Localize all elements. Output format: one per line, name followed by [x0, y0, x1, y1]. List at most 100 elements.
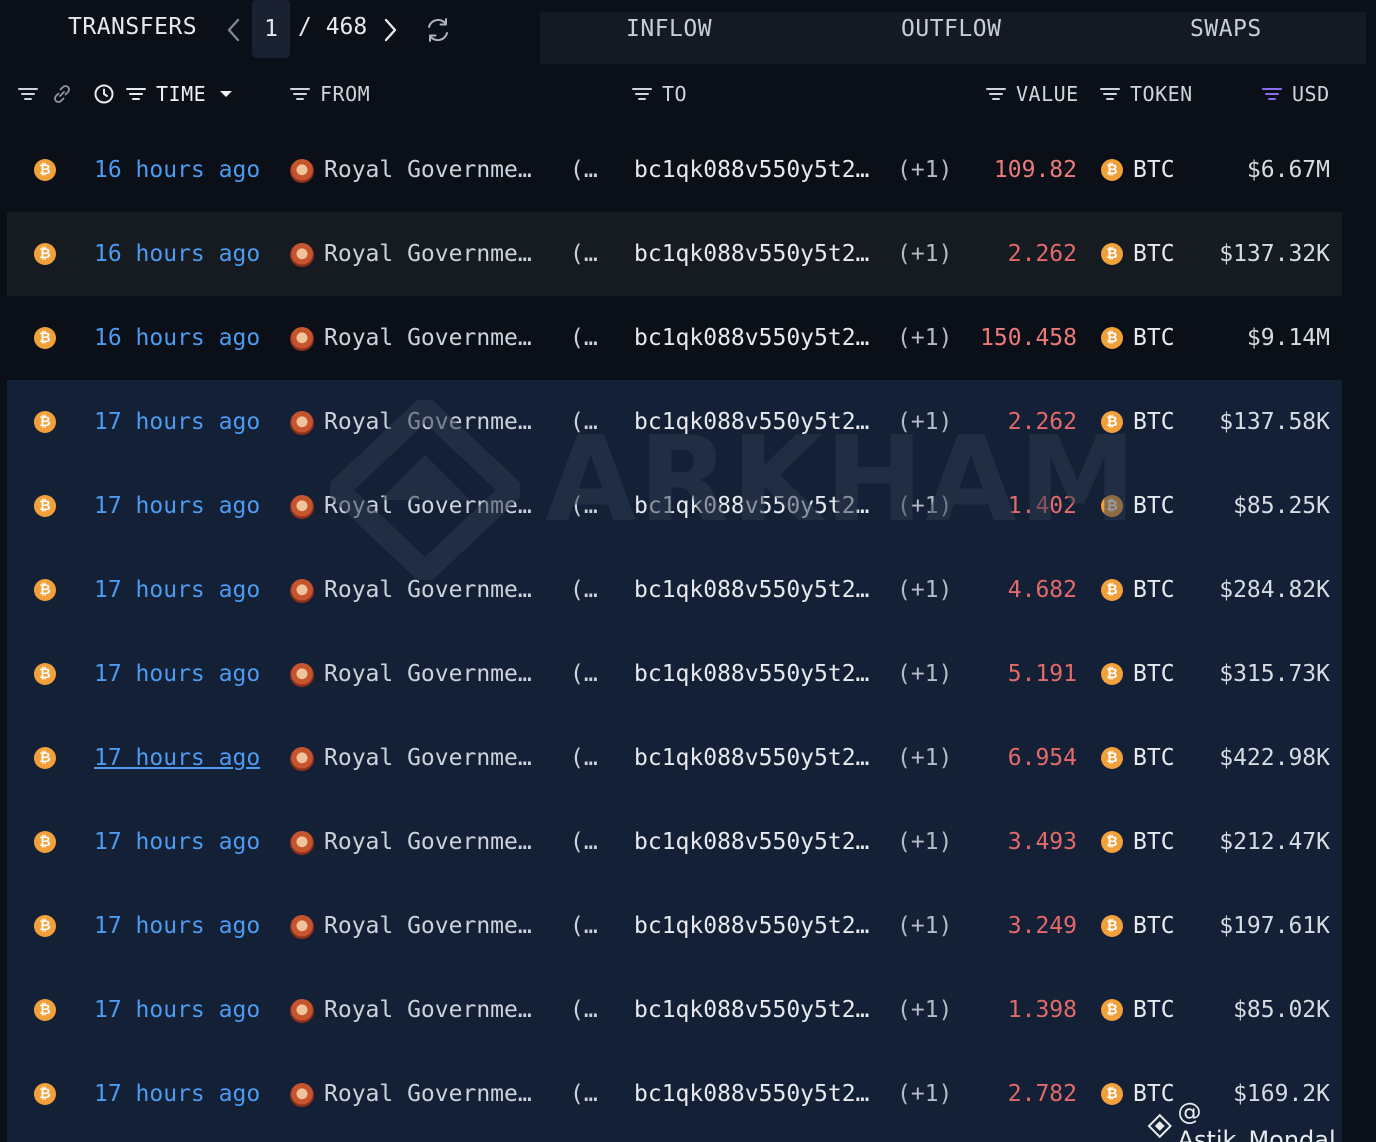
to-address[interactable]: bc1qk088v550y5t2… — [634, 968, 869, 1052]
table-row[interactable]: ₿ 17 hours ago Royal Governme… (… bc1qk0… — [7, 464, 1342, 548]
time-link[interactable]: 17 hours ago — [94, 968, 260, 1052]
time-link[interactable]: 17 hours ago — [94, 548, 260, 632]
table-row[interactable]: ₿ 17 hours ago Royal Governme… (… bc1qk0… — [7, 380, 1342, 464]
to-extra-count[interactable]: (+1) — [897, 800, 952, 884]
from-address[interactable]: Royal Governme… — [324, 464, 532, 548]
filter-icon[interactable] — [1098, 82, 1122, 106]
token-symbol[interactable]: BTC — [1133, 632, 1175, 716]
caret-down-icon[interactable] — [214, 82, 238, 106]
to-address[interactable]: bc1qk088v550y5t2… — [634, 884, 869, 968]
token-symbol[interactable]: BTC — [1133, 212, 1175, 296]
refresh-icon[interactable] — [424, 16, 452, 44]
filter-icon[interactable] — [630, 82, 654, 106]
to-address[interactable]: bc1qk088v550y5t2… — [634, 380, 869, 464]
from-address[interactable]: Royal Governme… — [324, 968, 532, 1052]
from-extra[interactable]: (… — [570, 548, 598, 632]
to-address[interactable]: bc1qk088v550y5t2… — [634, 632, 869, 716]
from-extra[interactable]: (… — [570, 1052, 598, 1136]
time-link[interactable]: 17 hours ago — [94, 1052, 260, 1136]
to-extra-count[interactable]: (+1) — [897, 884, 952, 968]
from-extra[interactable]: (… — [570, 716, 598, 800]
time-link[interactable]: 17 hours ago — [94, 800, 260, 884]
table-row[interactable]: ₿ 17 hours ago Royal Governme… (… bc1qk0… — [7, 884, 1342, 968]
table-row[interactable]: ₿ 16 hours ago Royal Governme… (… bc1qk0… — [7, 212, 1342, 296]
to-address[interactable]: bc1qk088v550y5t2… — [634, 212, 869, 296]
filter-icon[interactable] — [16, 82, 40, 106]
to-address[interactable]: bc1qk088v550y5t2… — [634, 464, 869, 548]
from-extra[interactable]: (… — [570, 128, 598, 212]
from-extra[interactable]: (… — [570, 632, 598, 716]
to-extra-count[interactable]: (+1) — [897, 380, 952, 464]
token-column-header[interactable]: TOKEN — [1098, 80, 1193, 108]
table-row[interactable]: ₿ 17 hours ago Royal Governme… (… bc1qk0… — [7, 716, 1342, 800]
tab-swaps[interactable]: SWAPS — [1190, 16, 1262, 42]
to-extra-count[interactable]: (+1) — [897, 296, 952, 380]
to-address[interactable]: bc1qk088v550y5t2… — [634, 1052, 869, 1136]
time-link[interactable]: 16 hours ago — [94, 296, 260, 380]
to-extra-count[interactable]: (+1) — [897, 632, 952, 716]
filter-icon[interactable] — [124, 82, 148, 106]
filter-active-icon[interactable] — [1260, 82, 1284, 106]
from-extra[interactable]: (… — [570, 464, 598, 548]
from-address[interactable]: Royal Governme… — [324, 296, 532, 380]
time-link[interactable]: 16 hours ago — [94, 128, 260, 212]
to-column-header[interactable]: TO — [630, 80, 687, 108]
from-address[interactable]: Royal Governme… — [324, 1052, 532, 1136]
table-row[interactable]: ₿ 17 hours ago Royal Governme… (… bc1qk0… — [7, 1052, 1342, 1136]
to-extra-count[interactable]: (+1) — [897, 716, 952, 800]
from-extra[interactable]: (… — [570, 968, 598, 1052]
table-row[interactable]: ₿ 17 hours ago Royal Governme… (… bc1qk0… — [7, 632, 1342, 716]
time-link[interactable]: 17 hours ago — [94, 380, 260, 464]
tab-inflow[interactable]: INFLOW — [626, 16, 712, 42]
time-link[interactable]: 17 hours ago — [94, 632, 260, 716]
link-column-header[interactable] — [16, 80, 74, 108]
value-column-header[interactable]: VALUE — [984, 80, 1079, 108]
usd-column-header[interactable]: USD — [1260, 80, 1330, 108]
token-symbol[interactable]: BTC — [1133, 884, 1175, 968]
token-symbol[interactable]: BTC — [1133, 968, 1175, 1052]
table-row[interactable]: ₿ 17 hours ago Royal Governme… (… bc1qk0… — [7, 800, 1342, 884]
token-symbol[interactable]: BTC — [1133, 380, 1175, 464]
to-extra-count[interactable]: (+1) — [897, 968, 952, 1052]
from-address[interactable]: Royal Governme… — [324, 380, 532, 464]
time-link[interactable]: 17 hours ago — [94, 464, 260, 548]
from-extra[interactable]: (… — [570, 800, 598, 884]
from-extra[interactable]: (… — [570, 212, 598, 296]
chevron-right-icon[interactable] — [378, 14, 402, 46]
time-link[interactable]: 16 hours ago — [94, 212, 260, 296]
from-address[interactable]: Royal Governme… — [324, 212, 532, 296]
from-address[interactable]: Royal Governme… — [324, 716, 532, 800]
from-address[interactable]: Royal Governme… — [324, 128, 532, 212]
from-extra[interactable]: (… — [570, 884, 598, 968]
to-address[interactable]: bc1qk088v550y5t2… — [634, 296, 869, 380]
to-extra-count[interactable]: (+1) — [897, 212, 952, 296]
from-address[interactable]: Royal Governme… — [324, 548, 532, 632]
from-address[interactable]: Royal Governme… — [324, 884, 532, 968]
to-extra-count[interactable]: (+1) — [897, 128, 952, 212]
to-extra-count[interactable]: (+1) — [897, 1052, 952, 1136]
from-extra[interactable]: (… — [570, 380, 598, 464]
from-extra[interactable]: (… — [570, 296, 598, 380]
time-link-hovered[interactable]: 17 hours ago — [94, 716, 260, 800]
filter-icon[interactable] — [288, 82, 312, 106]
link-icon[interactable] — [50, 82, 74, 106]
table-row[interactable]: ₿ 16 hours ago Royal Governme… (… bc1qk0… — [7, 296, 1342, 380]
to-address[interactable]: bc1qk088v550y5t2… — [634, 716, 869, 800]
tab-outflow[interactable]: OUTFLOW — [901, 16, 1001, 42]
token-symbol[interactable]: BTC — [1133, 548, 1175, 632]
from-address[interactable]: Royal Governme… — [324, 800, 532, 884]
filter-icon[interactable] — [984, 82, 1008, 106]
page-input[interactable]: 1 — [252, 0, 290, 58]
to-extra-count[interactable]: (+1) — [897, 548, 952, 632]
token-symbol[interactable]: BTC — [1133, 128, 1175, 212]
table-row[interactable]: ₿ 17 hours ago Royal Governme… (… bc1qk0… — [7, 548, 1342, 632]
time-link[interactable]: 17 hours ago — [94, 884, 260, 968]
token-symbol[interactable]: BTC — [1133, 296, 1175, 380]
from-column-header[interactable]: FROM — [288, 80, 370, 108]
time-column-header[interactable]: TIME — [92, 80, 238, 108]
table-row[interactable]: ₿ 17 hours ago Royal Governme… (… bc1qk0… — [7, 968, 1342, 1052]
table-row[interactable]: ₿ 16 hours ago Royal Governme… (… bc1qk0… — [7, 128, 1342, 212]
chevron-left-icon[interactable] — [222, 14, 246, 46]
token-symbol[interactable]: BTC — [1133, 716, 1175, 800]
to-extra-count[interactable]: (+1) — [897, 464, 952, 548]
